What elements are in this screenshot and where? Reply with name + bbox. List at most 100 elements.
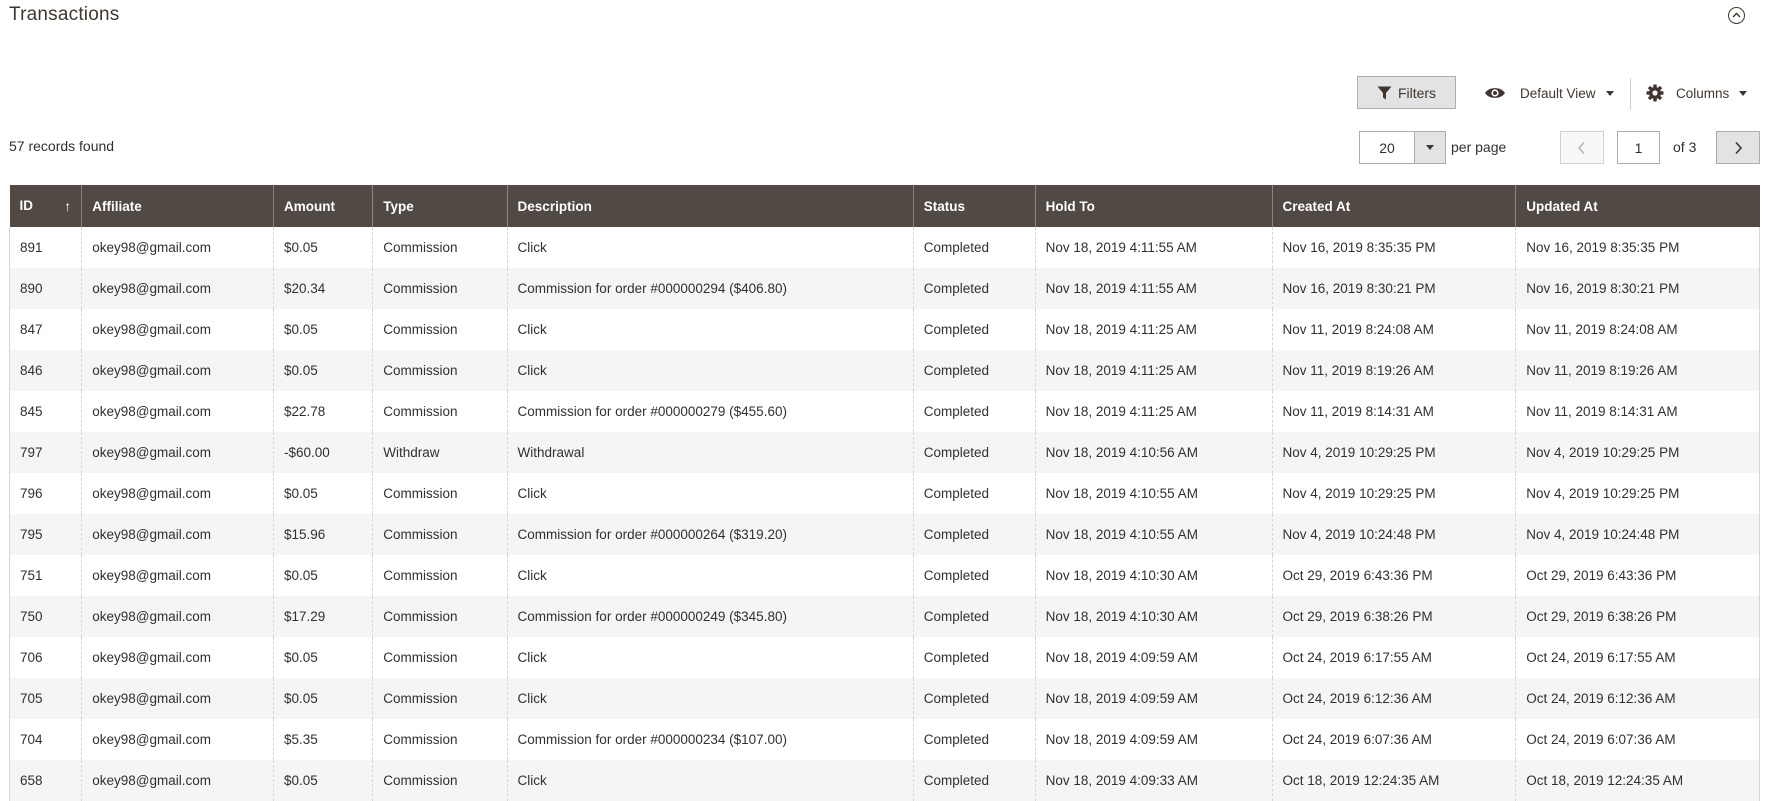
cell-id: 750 — [8, 596, 82, 637]
table-row[interactable]: 796 okey98@gmail.com $0.05 Commission Click C… — [8, 473, 1760, 514]
column-header-type[interactable]: Type — [372, 185, 508, 227]
table-header-row: ID ↑ Affiliate Amount Type Description St… — [9, 185, 1760, 227]
next-page-button[interactable] — [1716, 131, 1760, 164]
cell-hold-to: Nov 18, 2019 4:11:25 AM — [1034, 350, 1273, 391]
column-header-amount[interactable]: Amount — [272, 185, 373, 227]
cell-hold-to: Nov 18, 2019 4:09:59 AM — [1034, 678, 1273, 719]
cell-created-at: Nov 4, 2019 10:29:25 PM — [1271, 473, 1516, 514]
table-row[interactable]: 706 okey98@gmail.com $0.05 Commission Click C… — [8, 637, 1760, 678]
cell-description: Click — [506, 309, 914, 350]
cell-status: Completed — [912, 227, 1036, 268]
cell-created-at: Oct 24, 2019 6:07:36 AM — [1271, 719, 1516, 760]
cell-type: Commission — [372, 760, 508, 801]
cell-type: Commission — [372, 678, 508, 719]
cell-hold-to: Nov 18, 2019 4:10:55 AM — [1034, 473, 1273, 514]
table-row[interactable]: 704 okey98@gmail.com $5.35 Commission Commis… — [8, 719, 1760, 760]
cell-type: Commission — [372, 473, 508, 514]
column-header-updated-at[interactable]: Updated At — [1515, 185, 1760, 227]
cell-updated-at: Oct 24, 2019 6:07:36 AM — [1515, 719, 1760, 760]
cell-description: Commission for order #000000279 ($455.60… — [506, 391, 914, 432]
cell-created-at: Nov 11, 2019 8:19:26 AM — [1271, 350, 1516, 391]
cell-affiliate: okey98@gmail.com — [81, 719, 274, 760]
cell-updated-at: Nov 11, 2019 8:19:26 AM — [1515, 350, 1760, 391]
cell-status: Completed — [912, 596, 1036, 637]
cell-updated-at: Nov 4, 2019 10:29:25 PM — [1515, 432, 1760, 473]
table-row[interactable]: 847 okey98@gmail.com $0.05 Commission Click C… — [8, 309, 1760, 350]
cell-id: 891 — [8, 227, 82, 268]
cell-status: Completed — [912, 514, 1036, 555]
table-row[interactable]: 705 okey98@gmail.com $0.05 Commission Click C… — [8, 678, 1760, 719]
previous-page-button[interactable] — [1560, 131, 1604, 164]
cell-hold-to: Nov 18, 2019 4:11:25 AM — [1034, 309, 1273, 350]
chevron-up-icon — [1732, 12, 1741, 18]
cell-created-at: Oct 24, 2019 6:12:36 AM — [1271, 678, 1516, 719]
cell-created-at: Oct 29, 2019 6:43:36 PM — [1271, 555, 1516, 596]
column-header-status[interactable]: Status — [912, 185, 1036, 227]
cell-affiliate: okey98@gmail.com — [81, 391, 274, 432]
cell-affiliate: okey98@gmail.com — [81, 760, 274, 801]
cell-affiliate: okey98@gmail.com — [81, 268, 274, 309]
cell-affiliate: okey98@gmail.com — [81, 678, 274, 719]
table-row[interactable]: 891 okey98@gmail.com $0.05 Commission Click C… — [8, 227, 1760, 268]
cell-type: Commission — [372, 719, 508, 760]
cell-status: Completed — [912, 719, 1036, 760]
cell-type: Commission — [372, 555, 508, 596]
current-page-input[interactable] — [1617, 131, 1660, 164]
total-pages: of 3 — [1673, 139, 1697, 155]
table-row[interactable]: 846 okey98@gmail.com $0.05 Commission Click C… — [8, 350, 1760, 391]
per-page-value: 20 — [1379, 139, 1395, 156]
cell-updated-at: Oct 24, 2019 6:12:36 AM — [1515, 678, 1760, 719]
table-row[interactable]: 845 okey98@gmail.com $22.78 Commission Commi… — [8, 391, 1760, 432]
cell-affiliate: okey98@gmail.com — [81, 555, 274, 596]
cell-updated-at: Nov 11, 2019 8:24:08 AM — [1515, 309, 1760, 350]
cell-id: 846 — [8, 350, 82, 391]
columns-control[interactable]: Columns — [1646, 80, 1748, 106]
table-row[interactable]: 890 okey98@gmail.com $20.34 Commission Commi… — [8, 268, 1760, 309]
cell-description: Click — [506, 678, 914, 719]
cell-description: Commission for order #000000294 ($406.80… — [506, 268, 914, 309]
filters-button[interactable]: Filters — [1357, 76, 1456, 109]
cell-amount: $0.05 — [272, 555, 373, 596]
view-switcher[interactable]: Default View — [1484, 80, 1614, 106]
cell-updated-at: Nov 4, 2019 10:29:25 PM — [1515, 473, 1760, 514]
per-page-select[interactable]: 20 — [1359, 131, 1446, 164]
table-row[interactable]: 797 okey98@gmail.com -$60.00 Withdraw Withdr… — [8, 432, 1760, 473]
cell-type: Commission — [372, 637, 508, 678]
table-row[interactable]: 795 okey98@gmail.com $15.96 Commission Commi… — [8, 514, 1760, 555]
table-row[interactable]: 658 okey98@gmail.com $0.05 Commission Click C… — [8, 760, 1760, 801]
cell-created-at: Oct 24, 2019 6:17:55 AM — [1271, 637, 1516, 678]
cell-amount: $22.78 — [272, 391, 373, 432]
cell-type: Commission — [372, 391, 508, 432]
gear-icon — [1646, 84, 1664, 102]
column-header-created-at[interactable]: Created At — [1271, 185, 1516, 227]
cell-affiliate: okey98@gmail.com — [81, 637, 274, 678]
cell-updated-at: Oct 24, 2019 6:17:55 AM — [1515, 637, 1760, 678]
cell-description: Commission for order #000000249 ($345.80… — [506, 596, 914, 637]
cell-type: Withdraw — [372, 432, 508, 473]
collapse-section-button[interactable] — [1728, 7, 1745, 24]
cell-affiliate: okey98@gmail.com — [81, 596, 274, 637]
cell-id: 795 — [8, 514, 82, 555]
cell-type: Commission — [372, 596, 508, 637]
cell-id: 658 — [8, 760, 82, 801]
column-header-affiliate[interactable]: Affiliate — [81, 185, 274, 227]
table-row[interactable]: 751 okey98@gmail.com $0.05 Commission Click C… — [8, 555, 1760, 596]
table-row[interactable]: 750 okey98@gmail.com $17.29 Commission Commi… — [8, 596, 1760, 637]
column-header-hold-to[interactable]: Hold To — [1034, 185, 1273, 227]
cell-amount: $0.05 — [272, 473, 373, 514]
section-title: Transactions — [9, 4, 120, 25]
cell-created-at: Nov 16, 2019 8:30:21 PM — [1271, 268, 1516, 309]
cell-status: Completed — [912, 268, 1036, 309]
chevron-left-icon — [1577, 141, 1585, 154]
chevron-down-icon — [1739, 90, 1748, 96]
cell-created-at: Nov 11, 2019 8:14:31 AM — [1271, 391, 1516, 432]
chevron-down-icon — [1605, 90, 1614, 96]
per-page-toggle[interactable] — [1414, 132, 1445, 163]
cell-updated-at: Nov 16, 2019 8:30:21 PM — [1515, 268, 1760, 309]
column-header-description[interactable]: Description — [506, 185, 914, 227]
column-header-id[interactable]: ID ↑ — [9, 185, 82, 227]
cell-updated-at: Nov 16, 2019 8:35:35 PM — [1515, 227, 1760, 268]
cell-created-at: Nov 11, 2019 8:24:08 AM — [1271, 309, 1516, 350]
cell-type: Commission — [372, 350, 508, 391]
cell-amount: $0.05 — [272, 309, 373, 350]
